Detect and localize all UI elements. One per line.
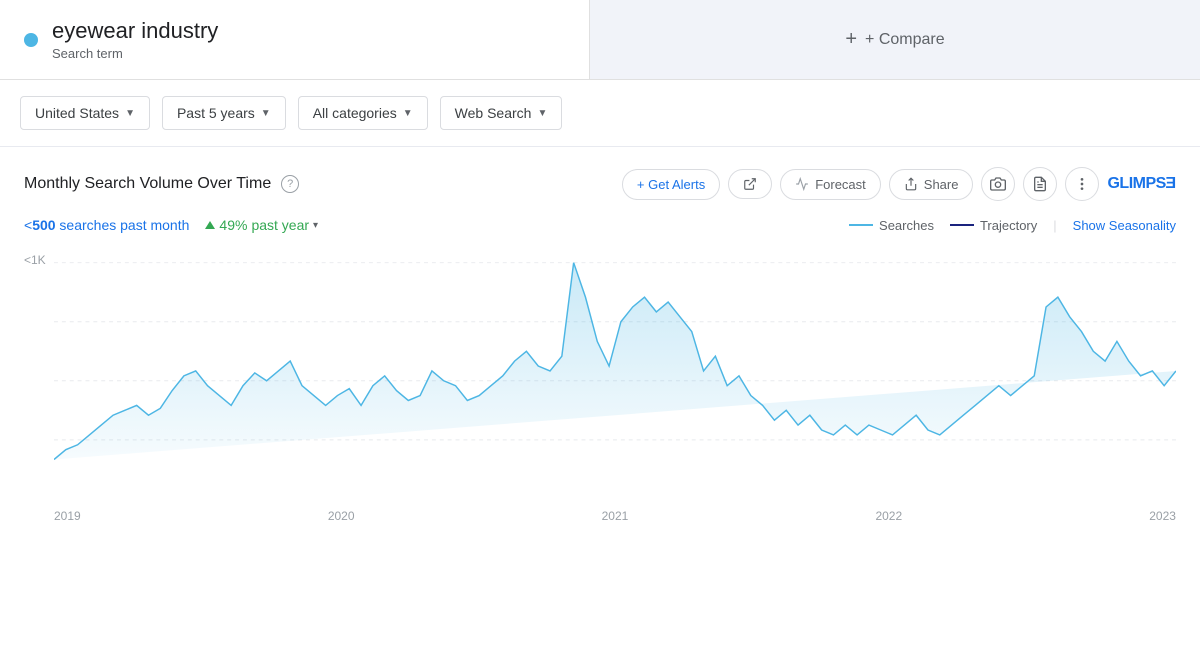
chart-section: Monthly Search Volume Over Time ? + Get … [0,147,1200,523]
search-term-name: eyewear industry [52,18,218,44]
chart-svg [54,243,1176,489]
categories-label: All categories [313,105,397,121]
chart-title-area: Monthly Search Volume Over Time ? [24,175,299,193]
camera-icon [990,176,1006,192]
time-range-label: Past 5 years [177,105,255,121]
searches-past-month: <500 searches past month [24,217,189,233]
growth-arrow-icon [205,221,215,229]
chart-line [54,263,1176,460]
legend-searches: Searches [849,218,934,233]
searches-suffix: searches past month [56,217,190,233]
legend-trajectory: Trajectory [950,218,1037,233]
x-label-2023: 2023 [1149,509,1176,523]
trajectory-legend-label: Trajectory [980,218,1037,233]
chart-header: Monthly Search Volume Over Time ? + Get … [24,167,1176,201]
chart-area: <1K 2019 2020 2021 2022 2023 [24,243,1176,523]
compare-label: + Compare [865,31,945,49]
x-label-2021: 2021 [602,509,629,523]
x-label-2022: 2022 [875,509,902,523]
legend-divider: | [1053,218,1056,233]
region-chevron-icon: ▼ [125,108,135,119]
filters-row: United States ▼ Past 5 years ▼ All categ… [0,80,1200,147]
help-icon[interactable]: ? [281,175,299,193]
chart-actions: + Get Alerts Forecast Share GLIMP [622,167,1176,201]
more-icon [1074,176,1090,192]
camera-button[interactable] [981,167,1015,201]
growth-value: 49% [219,217,247,233]
search-term-text: eyewear industry Search term [52,18,218,61]
growth-chevron-icon: ▾ [313,220,318,231]
x-label-2020: 2020 [328,509,355,523]
show-seasonality-button[interactable]: Show Seasonality [1073,218,1176,233]
document-icon [1032,176,1048,192]
search-term-sub: Search term [52,46,218,61]
search-term-dot [24,33,38,47]
categories-chevron-icon: ▼ [403,108,413,119]
time-chevron-icon: ▼ [261,108,271,119]
y-axis-label: <1K [24,253,46,267]
region-label: United States [35,105,119,121]
categories-filter[interactable]: All categories ▼ [298,96,428,130]
forecast-label: Forecast [815,177,866,192]
forecast-icon [795,177,809,191]
glimpse-logo: GLIMPSE [1107,175,1176,193]
stats-right: Searches Trajectory | Show Seasonality [849,218,1176,233]
searches-legend-line [849,224,873,226]
trajectory-legend-line [950,224,974,226]
chart-x-labels: 2019 2020 2021 2022 2023 [54,509,1176,523]
more-options-button[interactable] [1065,167,1099,201]
share-icon [904,177,918,191]
x-label-2019: 2019 [54,509,81,523]
external-link-icon [743,177,757,191]
open-external-button[interactable] [728,169,772,199]
stats-row: <500 searches past month 49% past year ▾… [24,217,1176,233]
search-type-filter[interactable]: Web Search ▼ [440,96,563,130]
alerts-label: + Get Alerts [637,177,705,192]
search-term-box: eyewear industry Search term [0,0,590,79]
growth-badge[interactable]: 49% past year ▾ [205,217,318,233]
get-alerts-button[interactable]: + Get Alerts [622,169,720,200]
stats-left: <500 searches past month 49% past year ▾ [24,217,318,233]
forecast-button[interactable]: Forecast [780,169,881,200]
time-range-filter[interactable]: Past 5 years ▼ [162,96,286,130]
searches-value: 500 [32,217,55,233]
share-label: Share [924,177,959,192]
share-button[interactable]: Share [889,169,974,200]
chart-title: Monthly Search Volume Over Time [24,175,271,193]
growth-suffix: past year [251,217,309,233]
search-type-chevron-icon: ▼ [537,108,547,119]
searches-legend-label: Searches [879,218,934,233]
searches-prefix: < [24,217,32,233]
compare-plus-icon: + [845,28,857,51]
compare-button[interactable]: + + Compare [590,0,1200,79]
header-row: eyewear industry Search term + + Compare [0,0,1200,80]
search-type-label: Web Search [455,105,532,121]
region-filter[interactable]: United States ▼ [20,96,150,130]
document-button[interactable] [1023,167,1057,201]
